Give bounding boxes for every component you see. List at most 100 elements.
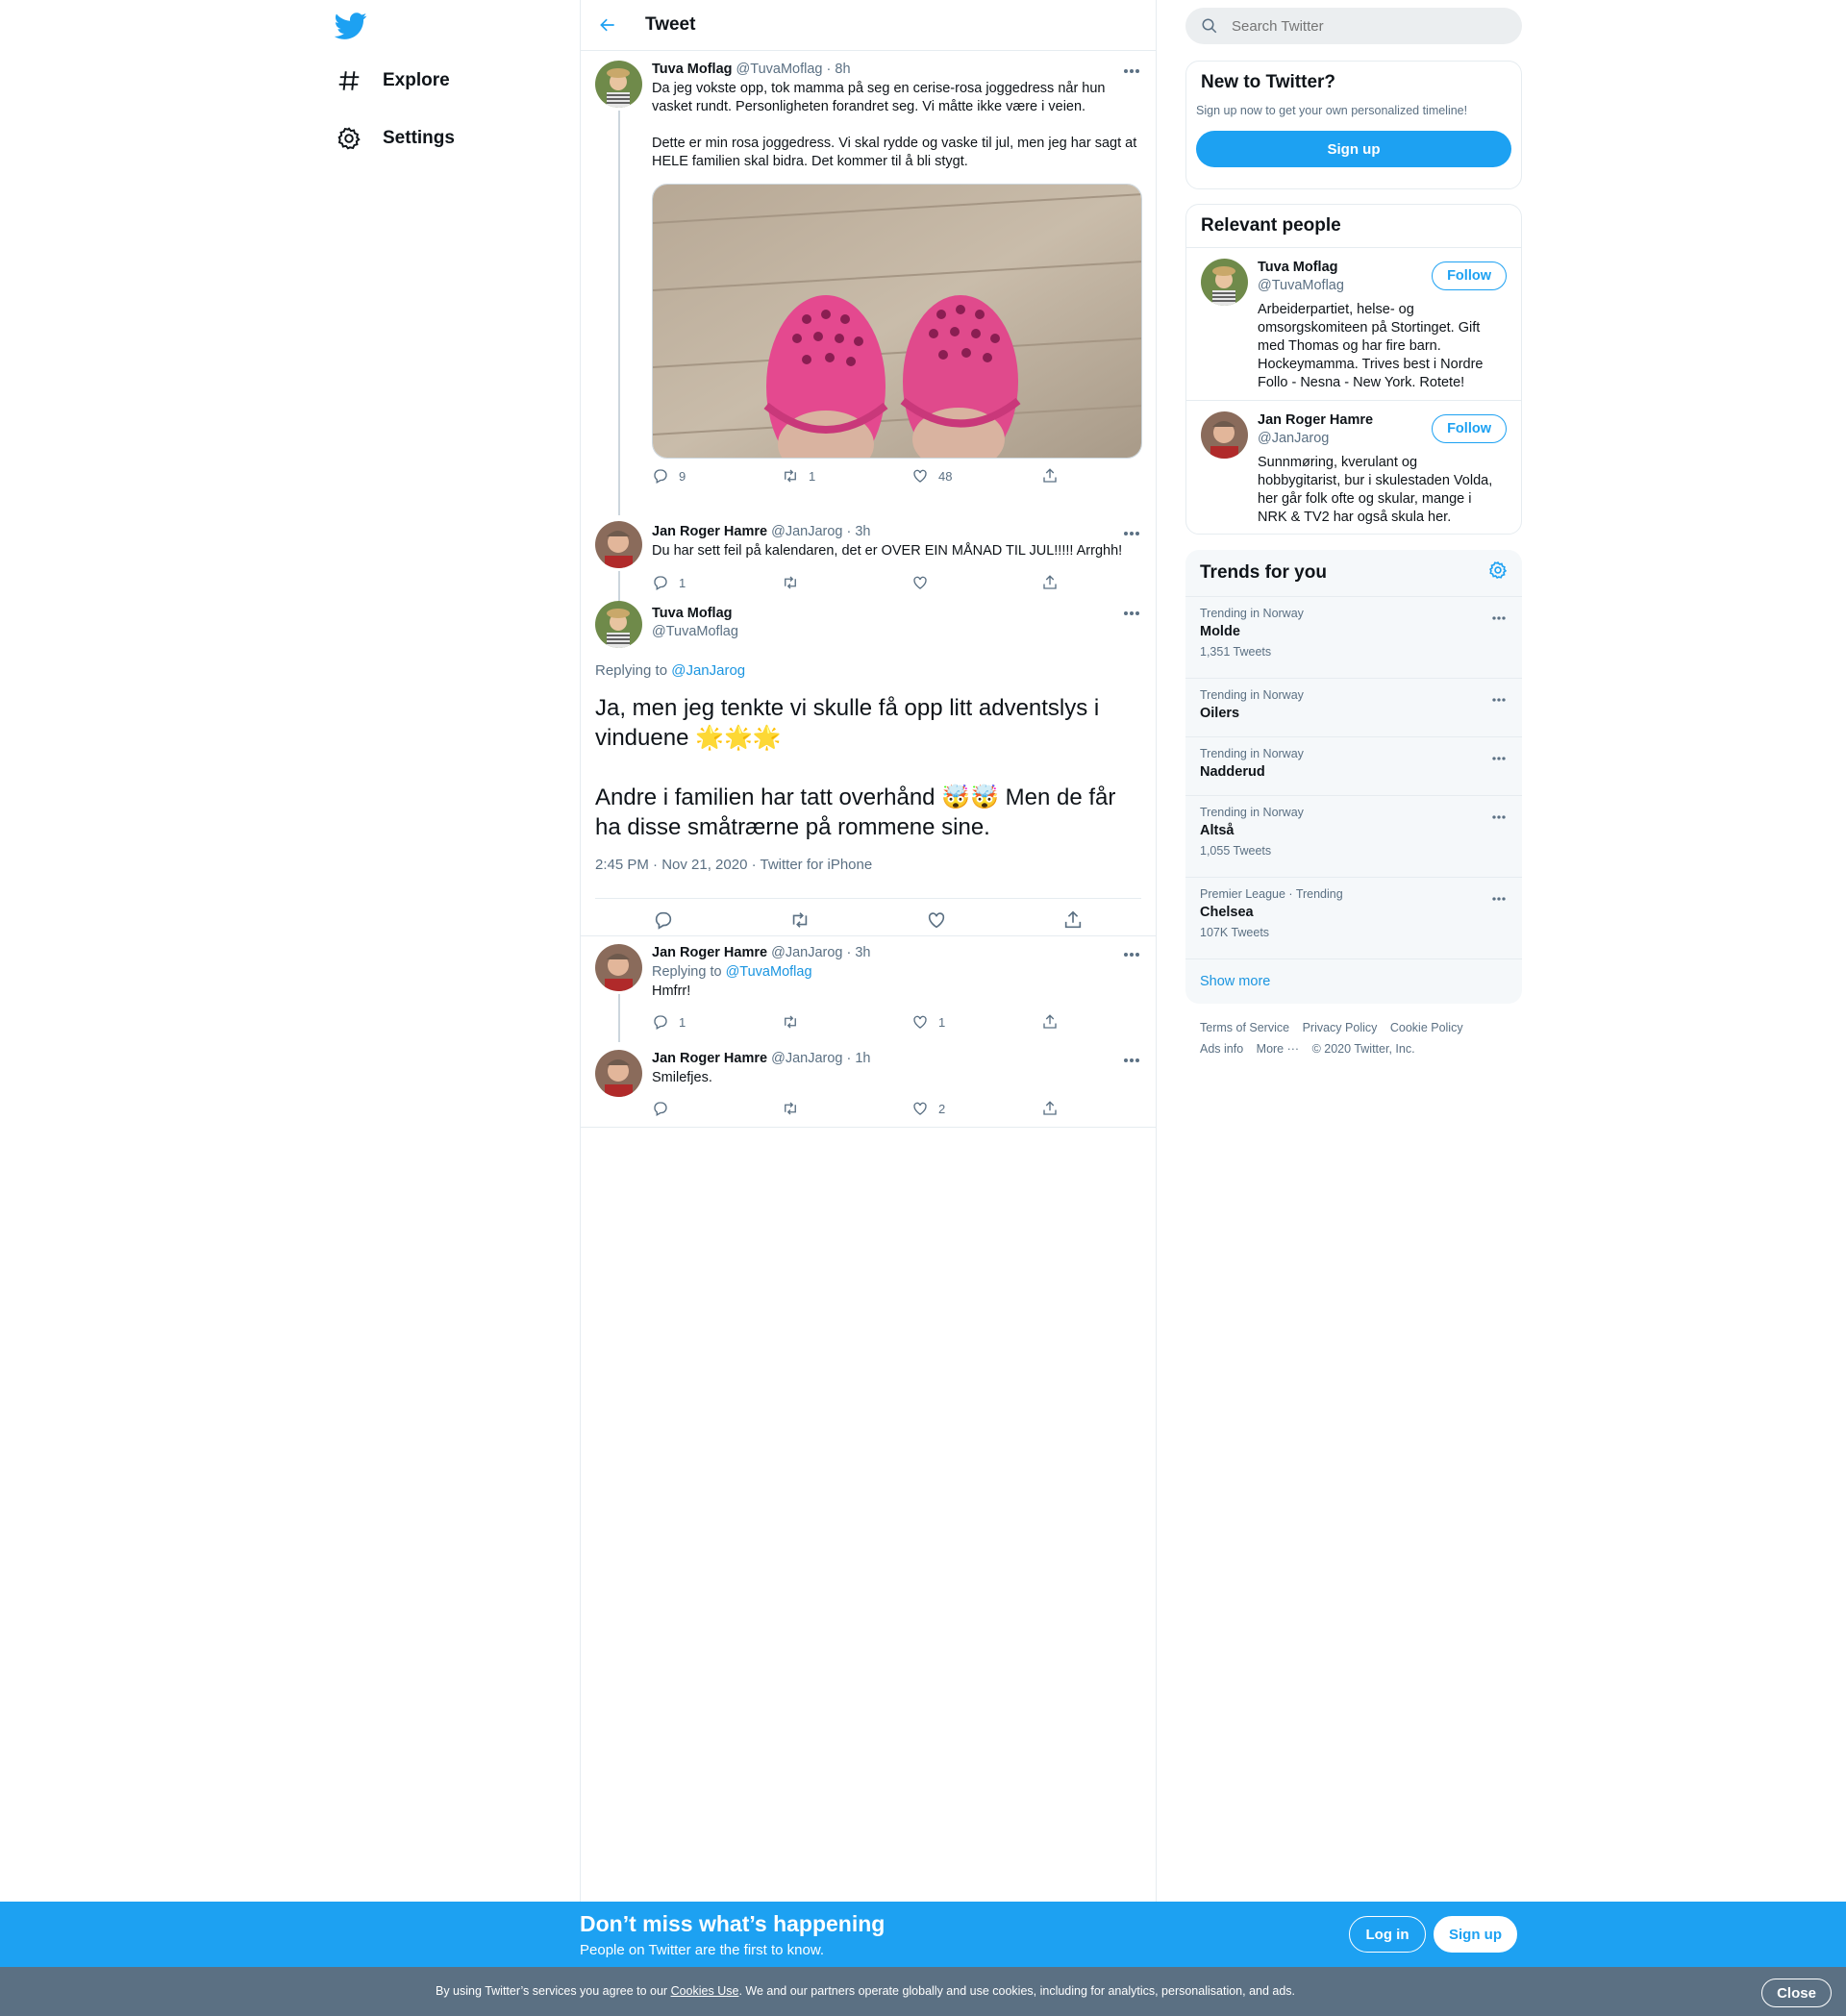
like-button[interactable]: 1	[911, 1013, 1041, 1031]
reply-button[interactable]: 1	[652, 574, 782, 591]
more-icon[interactable]	[1490, 610, 1508, 628]
footer-ads-link[interactable]: Ads info	[1200, 1042, 1243, 1056]
tweet-time[interactable]: · 3h	[847, 524, 871, 539]
more-icon[interactable]	[1122, 607, 1141, 618]
reply-button[interactable]	[652, 1100, 782, 1117]
footer-privacy-link[interactable]: Privacy Policy	[1303, 1021, 1378, 1034]
like-button[interactable]: 2	[911, 1100, 1041, 1117]
trend-item[interactable]: Trending in Norway Nadderud	[1185, 736, 1522, 795]
footer-more-link[interactable]: More ···	[1257, 1042, 1299, 1056]
heart-icon	[913, 576, 927, 589]
avatar[interactable]	[595, 521, 642, 568]
more-icon[interactable]	[1490, 891, 1508, 908]
heart-icon[interactable]	[926, 909, 947, 935]
trend-name: Altså	[1200, 823, 1235, 838]
author-name[interactable]: Tuva Moflag	[652, 605, 1141, 623]
avatar[interactable]	[595, 1050, 642, 1097]
avatar[interactable]	[595, 601, 642, 648]
author-name[interactable]: Jan Roger Hamre	[652, 524, 767, 539]
tweet-time[interactable]: · 1h	[847, 1051, 871, 1066]
tweet-meta[interactable]: 2:45 PM · Nov 21, 2020 · Twitter for iPh…	[595, 857, 1141, 873]
cookie-close-button[interactable]: Close	[1761, 1979, 1832, 2007]
avatar[interactable]	[595, 944, 642, 991]
more-icon[interactable]	[1490, 809, 1508, 827]
author-handle[interactable]: @JanJarog	[771, 524, 842, 539]
reply-tweet[interactable]: Jan Roger Hamre @JanJarog · 1h Smilefjes…	[581, 1042, 1156, 1128]
reply-button[interactable]: 9	[652, 467, 782, 485]
author-name[interactable]: Jan Roger Hamre	[652, 945, 767, 960]
more-icon[interactable]	[1122, 1054, 1141, 1065]
more-icon[interactable]	[1490, 692, 1508, 709]
retweet-button[interactable]	[782, 574, 911, 591]
retweet-button[interactable]	[782, 1100, 911, 1117]
sidebar-signup-button[interactable]: Sign up	[1196, 131, 1511, 167]
thread-tweet[interactable]: Tuva Moflag @TuvaMoflag · 8h Da jeg voks…	[581, 51, 1156, 515]
tweet-time[interactable]: · 8h	[827, 62, 851, 77]
thread-line	[618, 111, 620, 515]
like-button[interactable]	[911, 574, 1041, 591]
trend-item[interactable]: Trending in Norway Molde 1,351 Tweets	[1185, 596, 1522, 678]
thread-tweet[interactable]: Jan Roger Hamre @JanJarog · 3h Du har se…	[581, 515, 1156, 601]
reply-icon[interactable]	[653, 909, 674, 935]
author-name[interactable]: Jan Roger Hamre	[652, 1051, 767, 1066]
share-button[interactable]	[1041, 1013, 1070, 1031]
retweet-icon[interactable]	[789, 909, 811, 935]
trend-item[interactable]: Premier League · Trending Chelsea 107K T…	[1185, 877, 1522, 958]
more-icon[interactable]	[1490, 751, 1508, 768]
more-icon[interactable]	[1122, 527, 1141, 538]
retweet-button[interactable]	[782, 1013, 911, 1031]
nav-settings[interactable]: Settings	[335, 119, 455, 158]
thread-line	[618, 994, 620, 1042]
show-more-link[interactable]: Show more	[1185, 958, 1522, 1004]
share-icon[interactable]	[1062, 909, 1084, 935]
sidebar-footer: Terms of Service Privacy Policy Cookie P…	[1200, 1017, 1517, 1059]
nav-explore[interactable]: Explore	[335, 62, 450, 100]
trend-item[interactable]: Trending in Norway Oilers	[1185, 678, 1522, 736]
author-handle[interactable]: @TuvaMoflag	[652, 623, 1141, 641]
more-icon[interactable]	[1122, 64, 1141, 76]
signup-button[interactable]: Sign up	[1434, 1916, 1517, 1953]
footer-terms-link[interactable]: Terms of Service	[1200, 1021, 1289, 1034]
avatar[interactable]	[1201, 259, 1248, 306]
back-arrow-icon[interactable]	[593, 11, 622, 39]
avatar[interactable]	[1201, 411, 1248, 459]
search-bar[interactable]	[1185, 8, 1522, 44]
trend-count: 1,055 Tweets	[1200, 844, 1272, 858]
page-title: Tweet	[645, 14, 696, 35]
replying-to: Replying to @TuvaMoflag	[652, 963, 1141, 982]
cookies-use-link[interactable]: Cookies Use	[671, 1984, 739, 1998]
replying-prefix: Replying to	[595, 662, 668, 679]
avatar[interactable]	[595, 61, 642, 108]
search-input[interactable]	[1232, 17, 1501, 35]
tweet-actions: 1 1	[652, 1012, 1141, 1032]
footer-cookie-link[interactable]: Cookie Policy	[1390, 1021, 1463, 1034]
share-button[interactable]	[1041, 467, 1070, 485]
retweet-button[interactable]: 1	[782, 467, 911, 485]
twitter-logo-icon[interactable]	[334, 10, 367, 42]
share-button[interactable]	[1041, 574, 1070, 591]
signup-card-subtitle: Sign up now to get your own personalized…	[1196, 104, 1468, 117]
author-handle[interactable]: @TuvaMoflag	[736, 62, 823, 77]
tweet-photo[interactable]	[652, 184, 1142, 459]
more-icon[interactable]	[1122, 948, 1141, 959]
tweet-time[interactable]: · 3h	[847, 945, 871, 960]
login-button[interactable]: Log in	[1349, 1916, 1426, 1953]
like-button[interactable]: 48	[911, 467, 1041, 485]
person-card[interactable]: Follow Tuva Moflag @TuvaMoflag Arbeiderp…	[1186, 247, 1521, 400]
share-button[interactable]	[1041, 1100, 1070, 1117]
trend-item[interactable]: Trending in Norway Altså 1,055 Tweets	[1185, 795, 1522, 877]
replying-to-link[interactable]: @TuvaMoflag	[726, 964, 812, 980]
author-handle[interactable]: @JanJarog	[771, 1051, 842, 1066]
reply-tweet[interactable]: Jan Roger Hamre @JanJarog · 3h Replying …	[581, 936, 1156, 1042]
replying-to-link[interactable]: @JanJarog	[671, 662, 745, 679]
like-count: 1	[938, 1014, 946, 1030]
follow-button[interactable]: Follow	[1432, 261, 1507, 290]
author-name[interactable]: Tuva Moflag	[652, 62, 733, 77]
replying-prefix: Replying to	[652, 964, 722, 980]
author-handle[interactable]: @JanJarog	[771, 945, 842, 960]
trends-card: Trends for you Trending in Norway Molde …	[1185, 550, 1522, 1004]
person-card[interactable]: Follow Jan Roger Hamre @JanJarog Sunnmør…	[1186, 400, 1521, 534]
reply-button[interactable]: 1	[652, 1013, 782, 1031]
settings-gear-icon[interactable]	[1488, 560, 1508, 585]
follow-button[interactable]: Follow	[1432, 414, 1507, 443]
